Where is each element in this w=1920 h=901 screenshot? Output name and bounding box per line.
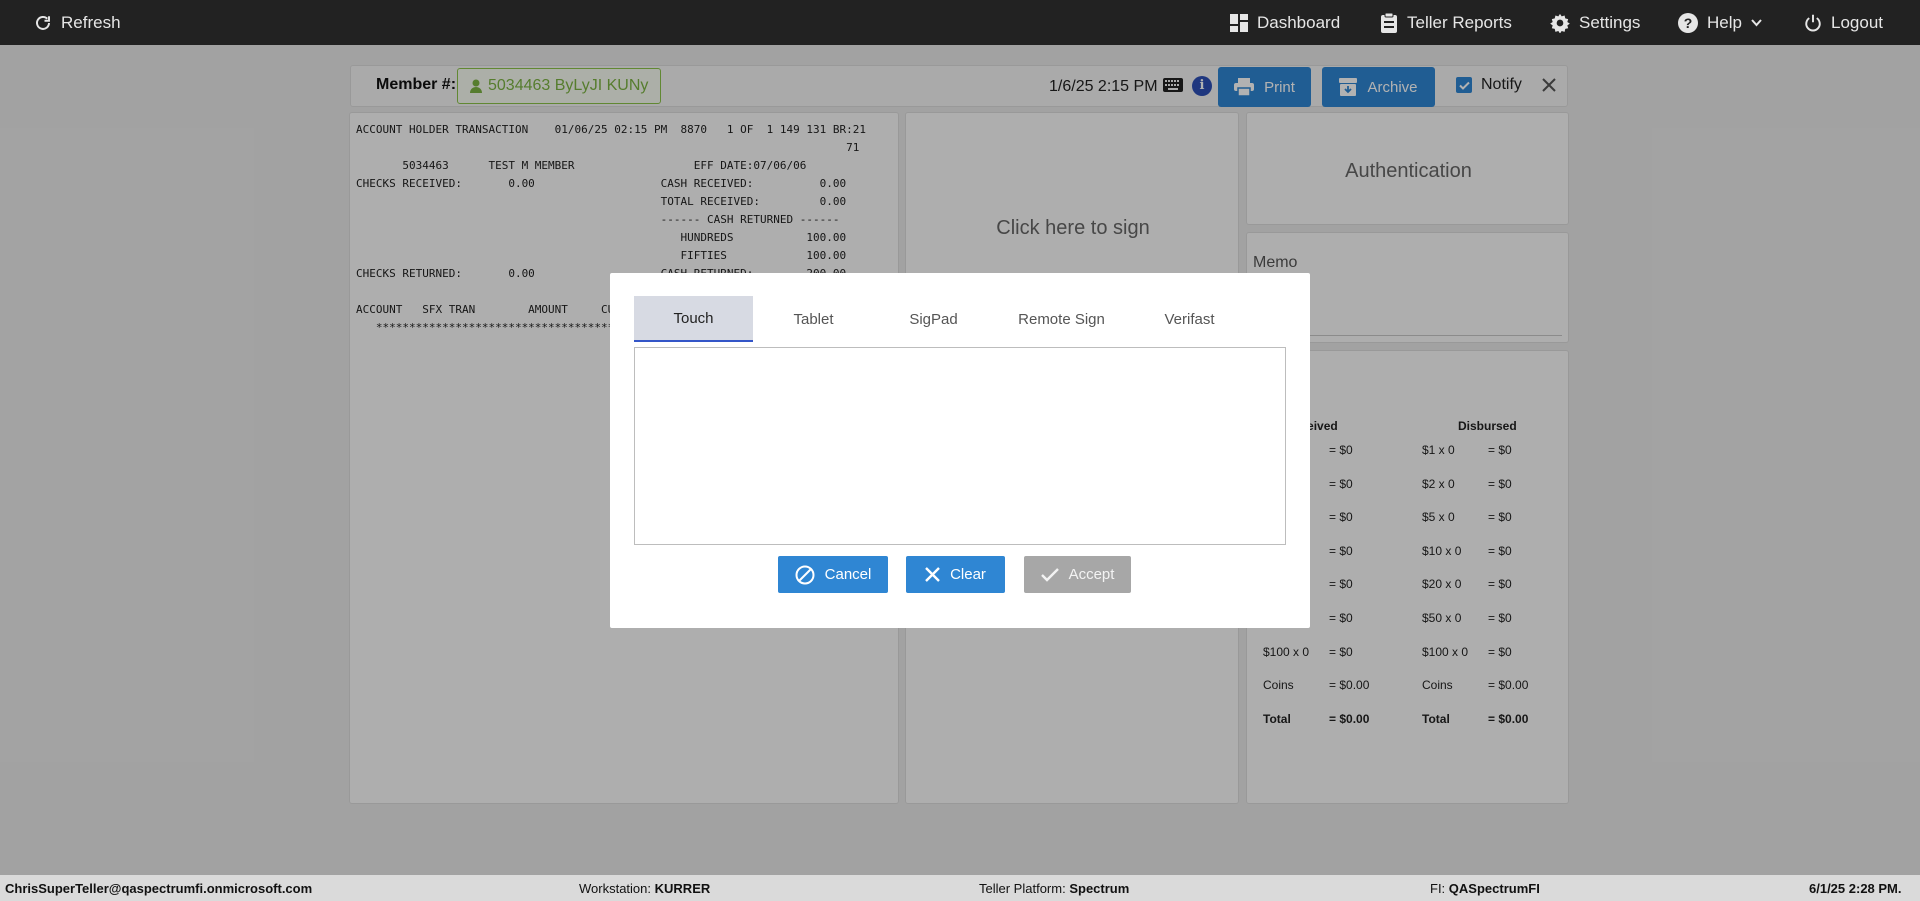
- clear-button[interactable]: Clear: [906, 556, 1005, 593]
- signature-method-tabs: Touch Tablet SigPad Remote Sign Verifast: [634, 296, 1286, 342]
- logout-button[interactable]: Logout: [1804, 0, 1883, 45]
- dashboard-icon: [1230, 13, 1248, 32]
- nav-dashboard[interactable]: Dashboard: [1230, 0, 1340, 45]
- power-icon: [1805, 14, 1821, 31]
- tab-touch[interactable]: Touch: [634, 296, 753, 342]
- nav-teller-reports[interactable]: Teller Reports: [1380, 0, 1512, 45]
- cancel-label: Cancel: [824, 566, 872, 583]
- status-user: ChrisSuperTeller@qaspectrumfi.onmicrosof…: [5, 881, 313, 896]
- status-datetime: 6/1/25 2:28 PM.: [1809, 881, 1902, 896]
- accept-button[interactable]: Accept: [1024, 556, 1131, 593]
- refresh-icon: [36, 15, 50, 30]
- logout-label: Logout: [1831, 12, 1883, 32]
- signature-modal: Touch Tablet SigPad Remote Sign Verifast…: [610, 273, 1310, 628]
- accept-label: Accept: [1068, 566, 1115, 583]
- gear-icon: [1550, 13, 1570, 33]
- refresh-button[interactable]: Refresh: [34, 0, 121, 45]
- signature-canvas[interactable]: [634, 347, 1286, 545]
- status-bar: ChrisSuperTeller@qaspectrumfi.onmicrosof…: [0, 875, 1920, 901]
- chevron-down-icon: [1751, 18, 1762, 26]
- check-icon: [1040, 567, 1059, 582]
- tab-verifast[interactable]: Verifast: [1130, 296, 1249, 342]
- teller-reports-label: Teller Reports: [1407, 12, 1512, 32]
- dashboard-label: Dashboard: [1257, 12, 1341, 32]
- nav-settings[interactable]: Settings: [1550, 0, 1640, 45]
- status-fi: FI: QASpectrumFI: [1430, 881, 1540, 896]
- status-platform: Teller Platform: Spectrum: [979, 881, 1130, 896]
- tab-sigpad[interactable]: SigPad: [874, 296, 993, 342]
- settings-label: Settings: [1579, 12, 1641, 32]
- top-navbar: Refresh Dashboard Teller Reports Setting…: [0, 0, 1920, 45]
- help-label: Help: [1707, 12, 1742, 32]
- help-icon: ?: [1678, 12, 1698, 33]
- tab-remote-sign[interactable]: Remote Sign: [994, 296, 1129, 342]
- tab-tablet[interactable]: Tablet: [754, 296, 873, 342]
- refresh-label: Refresh: [61, 12, 121, 32]
- nav-help[interactable]: ? Help: [1678, 0, 1762, 45]
- status-workstation: Workstation: KURRER: [579, 881, 711, 896]
- x-icon: [925, 567, 940, 582]
- cancel-button[interactable]: Cancel: [778, 556, 888, 593]
- clipboard-icon: [1381, 12, 1397, 33]
- ban-icon: [795, 565, 815, 584]
- clear-label: Clear: [950, 566, 986, 583]
- svg-text:?: ?: [1684, 15, 1693, 31]
